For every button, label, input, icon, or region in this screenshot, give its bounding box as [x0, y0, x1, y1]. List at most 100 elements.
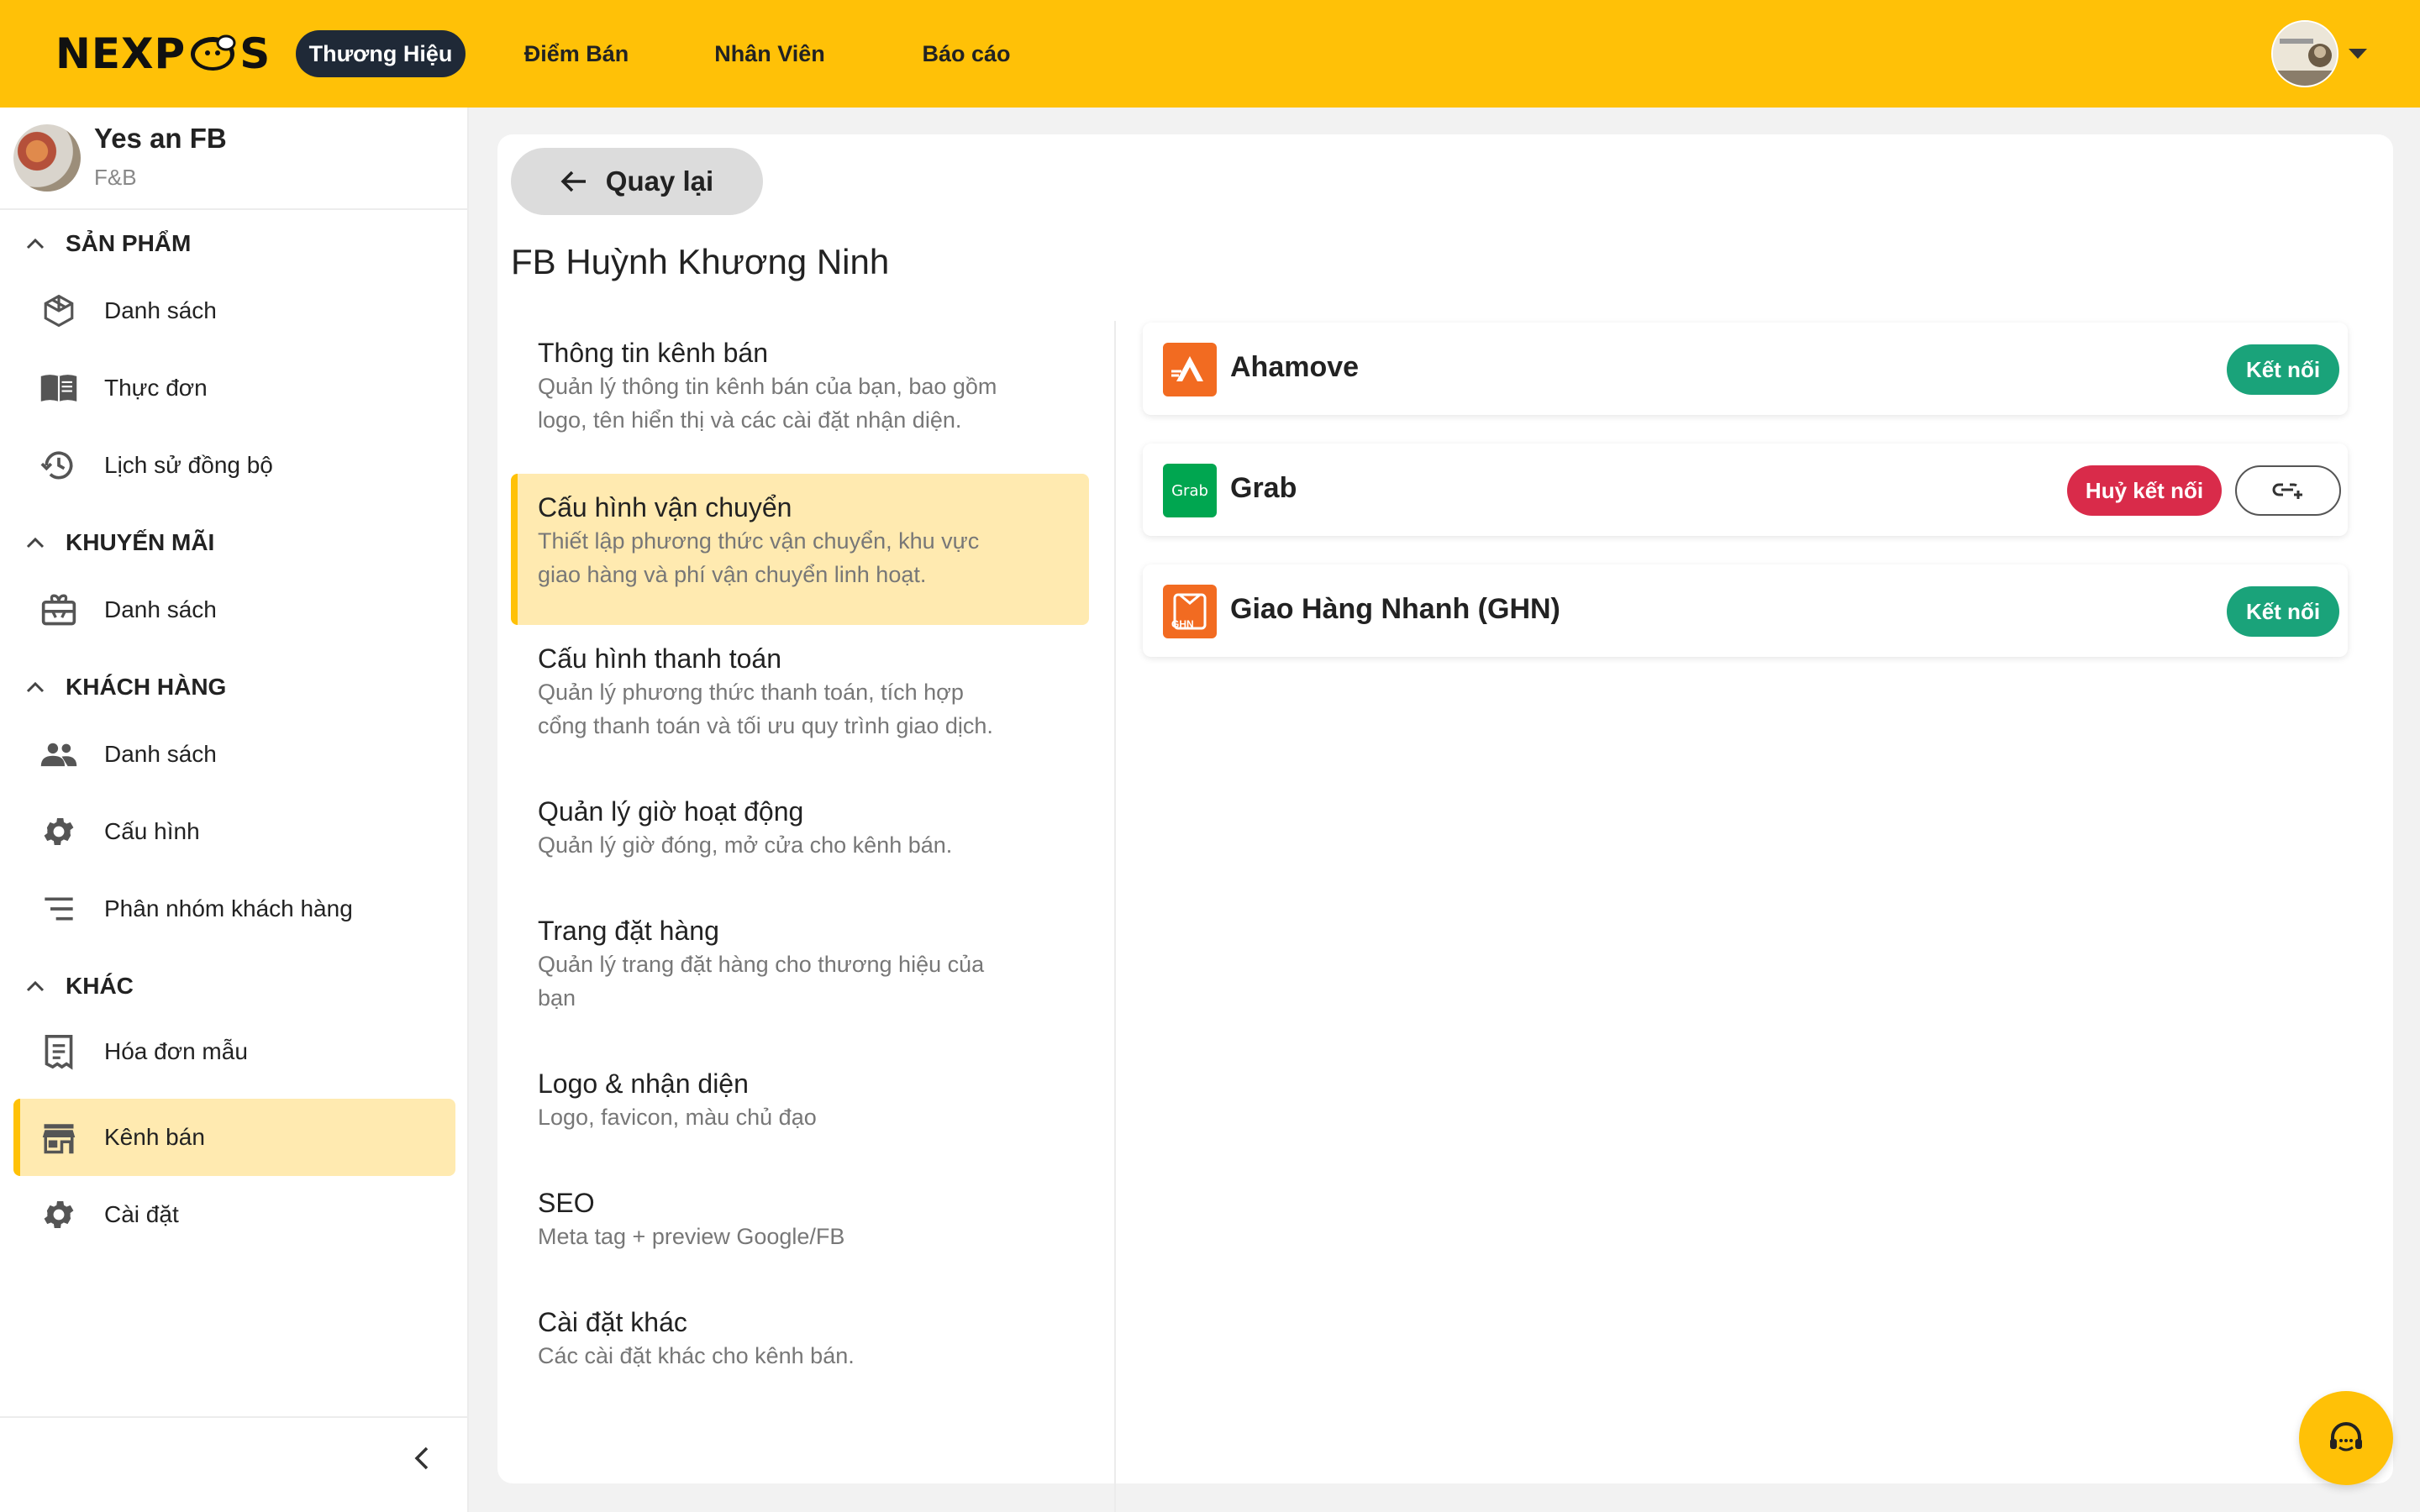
section-title: SẢN PHẨM [66, 230, 192, 256]
section-san-pham[interactable]: SẢN PHẨM [22, 227, 191, 260]
link-settings-button[interactable] [2235, 465, 2341, 516]
sidebar-item-thuc-don[interactable]: Thực đơn [13, 349, 455, 427]
back-button-label: Quay lại [605, 165, 714, 197]
menu-item-desc: cổng thanh toán và tối ưu quy trình giao… [538, 713, 993, 738]
gear-icon [37, 810, 81, 853]
sidebar-item-label: Kênh bán [104, 1124, 205, 1150]
avatar-image-icon [2273, 22, 2337, 86]
sidebar-item-hoa-don-mau[interactable]: Hóa đơn mẫu [13, 1013, 455, 1090]
nav-diem-ban[interactable]: Điểm Bán [509, 30, 644, 77]
carrier-name: Ahamove [1230, 351, 1360, 383]
menu-item-desc: Quản lý phương thức thanh toán, tích hợp [538, 680, 964, 705]
user-avatar[interactable] [2271, 20, 2338, 87]
menu-book-icon [37, 366, 81, 410]
sidebar-item-khuyen-mai-danh-sach[interactable]: Danh sách [13, 571, 455, 648]
sidebar-item-label: Thực đơn [104, 375, 208, 401]
link-icon [2272, 483, 2302, 499]
brand-type: F&B [94, 165, 137, 190]
menu-item-seo[interactable]: SEO Meta tag + preview Google/FB [511, 1168, 1089, 1287]
ahamove-logo-icon [1163, 343, 1217, 396]
sidebar-item-label: Cài đặt [104, 1201, 179, 1227]
menu-item-desc: Logo, favicon, màu chủ đạo [538, 1105, 817, 1130]
sidebar-item-label: Phân nhóm khách hàng [104, 895, 353, 921]
back-button[interactable]: Quay lại [511, 148, 763, 215]
menu-item-cau-hinh-thanh-toan[interactable]: Cấu hình thanh toán Quản lý phương thức … [511, 625, 1089, 776]
carrier-name: Giao Hàng Nhanh (GHN) [1230, 593, 1560, 625]
sidebar-item-phan-nhom-khach-hang[interactable]: Phân nhóm khách hàng [13, 870, 455, 948]
nexpos-logo[interactable]: NEXP S [55, 29, 271, 78]
menu-item-title: SEO [538, 1188, 595, 1218]
headset-icon [2330, 1422, 2362, 1452]
nav-bao-cao[interactable]: Báo cáo [899, 30, 1034, 77]
menu-item-cai-dat-khac[interactable]: Cài đặt khác Các cài đặt khác cho kênh b… [511, 1287, 1089, 1406]
menu-item-title: Trang đặt hàng [538, 916, 719, 946]
ghn-logo-icon: GHN [1163, 585, 1217, 638]
sidebar-item-kenh-ban[interactable]: Kênh bán [13, 1099, 455, 1176]
menu-item-logo-nhan-dien[interactable]: Logo & nhận diện Logo, favicon, màu chủ … [511, 1048, 1089, 1168]
menu-item-title: Cấu hình vận chuyển [538, 492, 792, 522]
section-khac[interactable]: KHÁC [22, 969, 134, 1003]
carrier-card-ghn: GHN Giao Hàng Nhanh (GHN) Kết nối [1143, 564, 2348, 657]
page-title: FB Huỳnh Khương Ninh [511, 242, 890, 281]
sidebar-item-label: Cấu hình [104, 818, 200, 844]
arrow-left-icon [560, 171, 586, 192]
menu-item-desc: Quản lý thông tin kênh bán của bạn, bao … [538, 374, 997, 399]
brand-switcher[interactable]: Yes an FB F&B [0, 108, 469, 210]
connect-button[interactable]: Kết nối [2227, 586, 2339, 637]
carrier-card-grab: Grab Grab Huỷ kết nối [1143, 444, 2348, 536]
menu-item-desc: bạn [538, 985, 576, 1011]
connect-button[interactable]: Kết nối [2227, 344, 2339, 395]
sidebar-item-cau-hinh[interactable]: Cấu hình [13, 793, 455, 870]
grab-logo-text: Grab [1171, 481, 1208, 500]
section-title: KHUYẾN MÃI [66, 529, 215, 555]
brand-avatar [13, 124, 81, 192]
sidebar-item-lich-su-dong-bo[interactable]: Lịch sử đồng bộ [13, 427, 455, 504]
store-icon [37, 1116, 81, 1159]
section-title: KHÁCH HÀNG [66, 674, 227, 700]
chevron-up-icon [22, 973, 49, 1000]
logo-text-left: NEXP [55, 29, 187, 78]
menu-item-thong-tin-kenh-ban[interactable]: Thông tin kênh bán Quản lý thông tin kên… [511, 321, 1089, 464]
menu-item-desc: Thiết lập phương thức vận chuyển, khu vự… [538, 528, 980, 554]
ghn-logo-text: GHN [1171, 618, 1194, 630]
menu-item-quan-ly-gio-hoat-dong[interactable]: Quản lý giờ hoạt động Quản lý giờ đóng, … [511, 776, 1089, 895]
sort-lines-icon [37, 887, 81, 931]
channel-settings-card: Quay lại FB Huỳnh Khương Ninh Thông tin … [497, 134, 2393, 1512]
disconnect-button[interactable]: Huỷ kết nối [2067, 465, 2222, 516]
nav-nhan-vien[interactable]: Nhân Viên [702, 30, 837, 77]
collapse-sidebar-chevron-left-icon[interactable] [408, 1445, 435, 1472]
chevron-up-icon [22, 674, 49, 701]
sidebar-item-label: Danh sách [104, 741, 217, 767]
menu-item-title: Thông tin kênh bán [538, 338, 768, 368]
carrier-name: Grab [1230, 472, 1297, 504]
section-khuyen-mai[interactable]: KHUYẾN MÃI [22, 526, 214, 559]
menu-item-desc: Quản lý giờ đóng, mở cửa cho kênh bán. [538, 832, 953, 858]
menu-item-desc: giao hàng và phí vận chuyển linh hoạt. [538, 562, 927, 587]
section-khach-hang[interactable]: KHÁCH HÀNG [22, 670, 226, 704]
cube-icon [37, 289, 81, 333]
support-chat-button[interactable] [2299, 1391, 2393, 1485]
grab-logo-icon: Grab [1163, 464, 1217, 517]
logo-text-right: S [239, 29, 271, 78]
sidebar: Yes an FB F&B SẢN PHẨM Danh sách Thực đơ… [0, 108, 469, 1512]
menu-item-title: Cài đặt khác [538, 1307, 687, 1337]
sidebar-item-label: Danh sách [104, 297, 217, 323]
menu-item-desc: Meta tag + preview Google/FB [538, 1224, 845, 1249]
sidebar-item-san-pham-danh-sach[interactable]: Danh sách [13, 272, 455, 349]
sidebar-item-khach-hang-danh-sach[interactable]: Danh sách [13, 716, 455, 793]
sidebar-item-label: Lịch sử đồng bộ [104, 452, 273, 478]
menu-item-trang-dat-hang[interactable]: Trang đặt hàng Quản lý trang đặt hàng ch… [511, 895, 1089, 1048]
nav-thuong-hieu[interactable]: Thương Hiệu [296, 30, 466, 77]
receipt-icon [37, 1030, 81, 1074]
logo-mark-icon [187, 34, 238, 73]
caret-down-icon[interactable] [2349, 49, 2367, 59]
history-icon [37, 444, 81, 487]
sidebar-item-label: Danh sách [104, 596, 217, 622]
menu-item-desc: logo, tên hiển thị và các cài đặt nhận d… [538, 407, 962, 433]
menu-item-cau-hinh-van-chuyen[interactable]: Cấu hình vận chuyển Thiết lập phương thứ… [511, 474, 1089, 625]
menu-item-desc: Các cài đặt khác cho kênh bán. [538, 1343, 855, 1368]
chevron-up-icon [22, 529, 49, 556]
gift-card-icon [37, 588, 81, 632]
carrier-card-ahamove: Ahamove Kết nối [1143, 323, 2348, 415]
sidebar-item-cai-dat[interactable]: Cài đặt [13, 1176, 455, 1253]
